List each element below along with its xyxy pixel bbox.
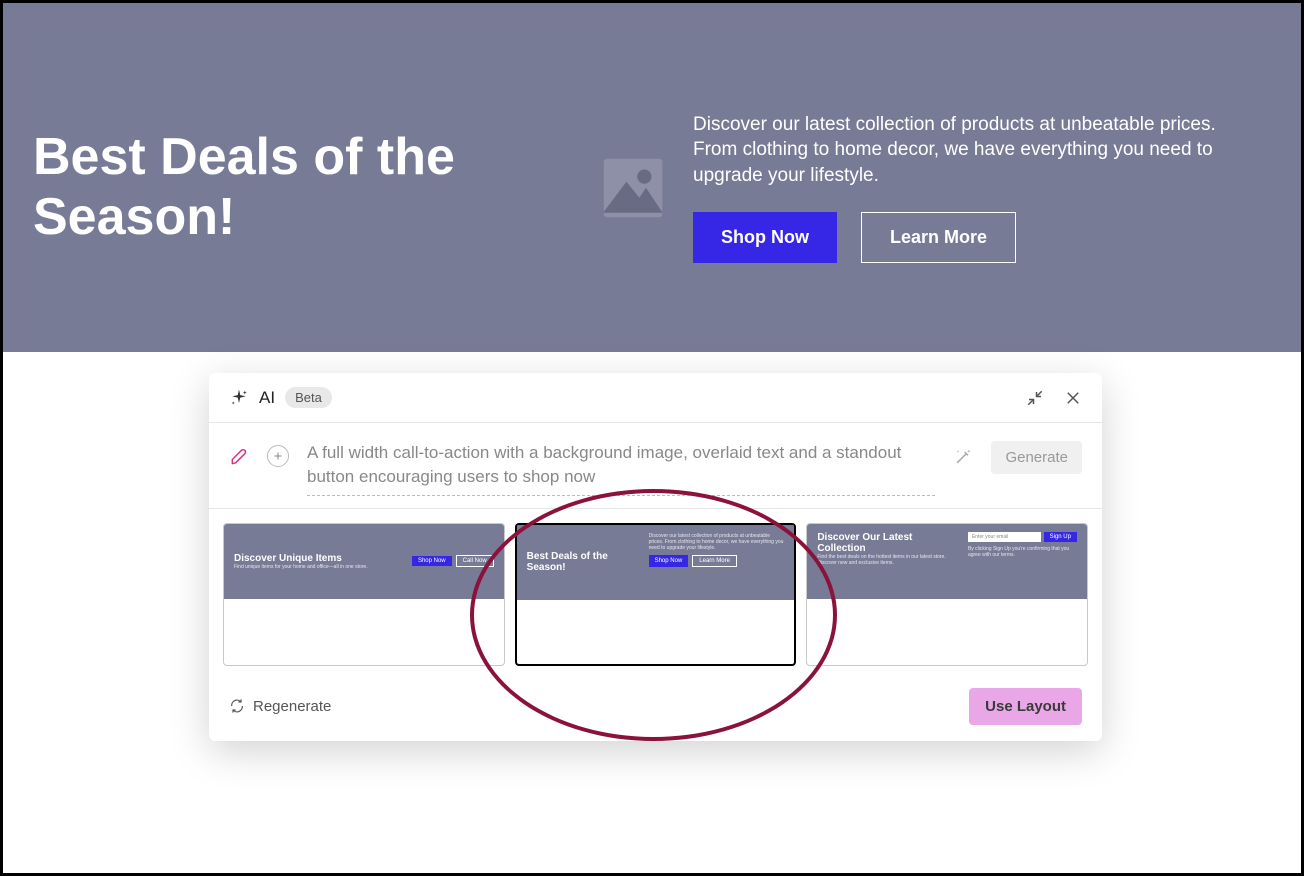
layout-preview-1[interactable]: Discover Unique Items Find unique items … [223, 523, 505, 666]
preview-terms: By clicking Sign Up you're confirming th… [968, 546, 1077, 558]
regenerate-label: Regenerate [253, 698, 331, 715]
hero-title-block: Best Deals of the Season! [33, 128, 573, 248]
prompt-input[interactable]: A full width call-to-action with a backg… [307, 441, 935, 496]
use-layout-button[interactable]: Use Layout [969, 688, 1082, 725]
image-placeholder-icon [593, 149, 673, 227]
ai-header: AI Beta [229, 387, 332, 408]
hero-title: Best Deals of the Season! [33, 128, 573, 248]
preview-subtitle: Discover our latest collection of produc… [649, 533, 785, 551]
learn-more-button[interactable]: Learn More [861, 212, 1016, 263]
pencil-icon [229, 447, 249, 467]
preview-email-input: Enter your email [968, 532, 1041, 542]
shop-now-button[interactable]: Shop Now [693, 212, 837, 263]
preview-btn-primary: Sign Up [1044, 532, 1077, 542]
close-icon[interactable] [1064, 389, 1082, 407]
hero-content: Discover our latest collection of produc… [693, 112, 1271, 264]
sparkle-icon [229, 388, 249, 408]
beta-badge: Beta [285, 387, 332, 408]
hero-description: Discover our latest collection of produc… [693, 112, 1251, 189]
layout-previews: Discover Unique Items Find unique items … [209, 509, 1102, 680]
preview-subtitle: Find the best deals on the hottest items… [817, 554, 962, 566]
preview-title: Best Deals of the Season! [527, 551, 643, 573]
magic-wand-icon [953, 447, 973, 467]
preview-btn-primary: Shop Now [412, 556, 452, 566]
preview-subtitle: Find unique items for your home and offi… [234, 564, 406, 570]
refresh-icon [229, 698, 245, 714]
preview-btn-secondary: Call Now [456, 555, 494, 567]
ai-label-text: AI [259, 388, 275, 408]
preview-btn-primary: Shop Now [649, 555, 689, 567]
preview-btn-secondary: Learn More [692, 555, 737, 567]
preview-title: Discover Unique Items [234, 553, 406, 564]
minimize-icon[interactable] [1026, 389, 1044, 407]
add-icon[interactable] [267, 445, 289, 467]
hero-banner: Best Deals of the Season! Discover our l… [3, 3, 1301, 352]
preview-title: Discover Our Latest Collection [817, 532, 962, 554]
generate-button[interactable]: Generate [991, 441, 1082, 474]
ai-layout-modal: AI Beta A fu [209, 373, 1102, 741]
layout-preview-2[interactable]: Best Deals of the Season! Discover our l… [515, 523, 797, 666]
layout-preview-3[interactable]: Discover Our Latest Collection Find the … [806, 523, 1088, 666]
regenerate-button[interactable]: Regenerate [229, 698, 331, 715]
